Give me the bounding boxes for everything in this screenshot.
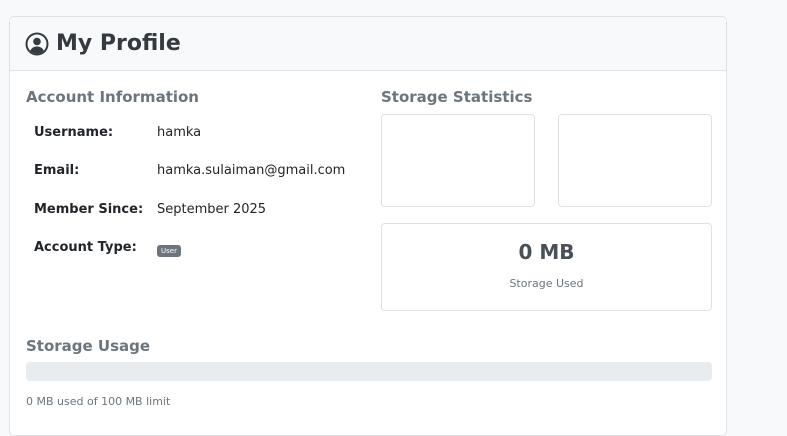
member-since-label: Member Since: [34,202,144,217]
user-circle-icon [25,32,49,55]
account-type-label: Account Type: [34,240,137,255]
storage-stats-title: Storage Statistics [381,88,533,106]
email-value: hamka.sulaiman@gmail.com [157,163,346,178]
account-type-value: User [157,242,181,257]
stat-box-empty-1 [381,114,535,207]
email-label: Email: [34,163,80,178]
username-value: hamka [157,125,202,140]
storage-used-label: Storage Used [509,277,584,290]
storage-progress-bar [26,362,712,381]
page-title: My Profile [56,31,181,56]
storage-used-box: 0 MB Storage Used [381,223,712,311]
member-since-value: September 2025 [157,202,267,217]
storage-usage-title: Storage Usage [26,337,151,355]
account-info-title: Account Information [26,88,199,106]
storage-usage-summary: 0 MB used of 100 MB limit [26,395,171,408]
account-type-badge: User [157,245,181,257]
username-label: Username: [34,125,114,140]
storage-used-value: 0 MB [518,240,575,264]
profile-header: My Profile [10,17,726,71]
profile-card: My Profile Account Information Username:… [9,16,727,436]
stat-box-empty-2 [558,114,712,207]
